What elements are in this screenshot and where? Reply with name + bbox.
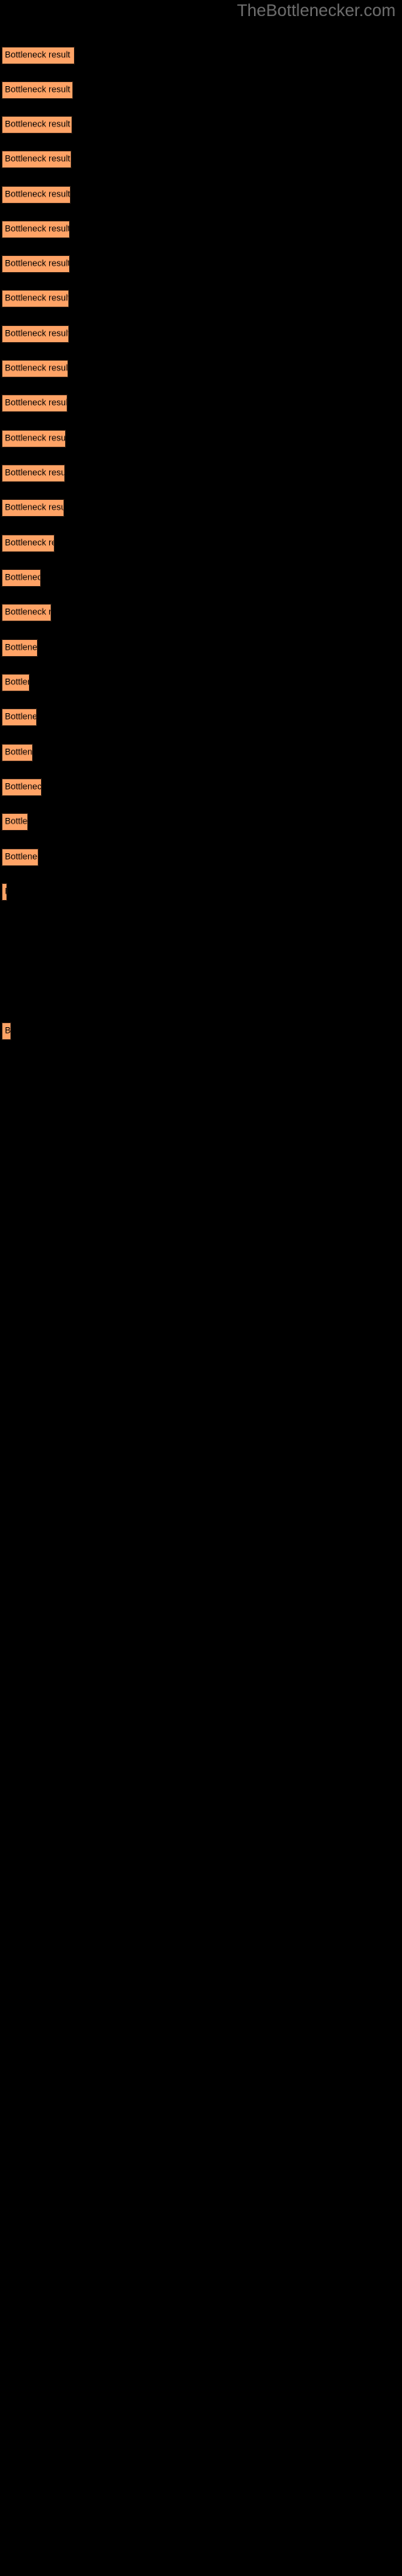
bar-label: Bottleneck result (5, 363, 68, 374)
plot-area: Bottleneck result Bottleneck result Bottle… (0, 0, 402, 2576)
bar[interactable]: Bottleneck result (2, 360, 68, 378)
bar[interactable]: Bottleneck result (2, 186, 71, 204)
bar-label: Bottleneck result (5, 887, 6, 897)
bar[interactable]: Bottleneck result (2, 116, 72, 134)
bar[interactable]: Bottleneck result (2, 639, 38, 657)
bar-label: Bottleneck result (5, 712, 37, 722)
bar[interactable]: Bottleneck result (2, 290, 69, 308)
bar-label: Bottleneck result (5, 816, 28, 827)
bar[interactable]: Bottleneck result (2, 499, 64, 517)
bar[interactable]: Bottleneck result (2, 464, 65, 482)
bar[interactable]: Bottleneck result (2, 674, 30, 691)
bar-label: Bottleneck result (5, 119, 71, 130)
bar[interactable]: Bottleneck result (2, 778, 42, 796)
bar[interactable]: Bottleneck result (2, 883, 7, 901)
bar-label: Bottleneck result (5, 189, 71, 200)
bar-label: Bottleneck result (5, 572, 40, 583)
bar-label: Bottleneck result (5, 398, 68, 408)
bar[interactable]: Bottleneck result (2, 535, 55, 552)
bar-label: Bottleneck result (5, 50, 71, 60)
bar[interactable]: Bottleneck result (2, 604, 51, 621)
bar-label: Bottleneck result (5, 502, 64, 513)
bar[interactable]: Bottleneck result (2, 813, 28, 831)
bar[interactable]: Bottleneck result (2, 221, 70, 238)
bar-label: Bottleneck result (5, 607, 51, 617)
bar-label: Bottleneck result (5, 433, 66, 444)
bar-label: Bottleneck result (5, 328, 69, 339)
bar-label: Bottleneck result (5, 1026, 11, 1036)
bar-label: Bottleneck result (5, 747, 33, 758)
bar[interactable]: Bottleneck result (2, 151, 72, 168)
bar[interactable]: Bottleneck result (2, 325, 69, 343)
bar[interactable]: Bottleneck result (2, 708, 37, 726)
bar-label: Bottleneck result (5, 468, 65, 478)
bar-label: Bottleneck result (5, 224, 70, 234)
bar[interactable]: Bottleneck result (2, 430, 66, 448)
bar-label: Bottleneck result (5, 258, 70, 269)
bottleneck-bar-chart: TheBottlenecker.com Bottleneck result Bot… (0, 0, 402, 2576)
bar[interactable]: Bottleneck result (2, 744, 33, 762)
bar-label: Bottleneck result (5, 85, 71, 95)
bar[interactable]: Bottleneck result (2, 848, 39, 866)
bar[interactable]: Bottleneck result (2, 394, 68, 412)
bar-label: Bottleneck result (5, 782, 42, 792)
bar-label: Bottleneck result (5, 293, 69, 303)
bar-label: Bottleneck result (5, 677, 29, 687)
bar[interactable]: Bottleneck result (2, 81, 73, 99)
bar-label: Bottleneck result (5, 852, 38, 862)
bar-label: Bottleneck result (5, 154, 71, 164)
bar[interactable]: Bottleneck result (2, 255, 70, 273)
bar-label: Bottleneck result (5, 642, 38, 653)
bar-label: Bottleneck result (5, 538, 54, 548)
bar[interactable]: Bottleneck result (2, 569, 41, 587)
bar[interactable]: Bottleneck result (2, 1022, 11, 1040)
bar[interactable]: Bottleneck result (2, 47, 75, 64)
